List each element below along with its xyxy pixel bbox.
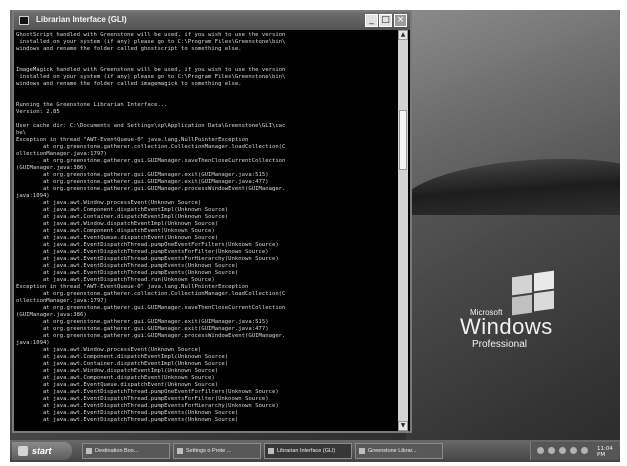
tray-status-icon[interactable]	[559, 447, 566, 454]
console-line: at java.awt.EventDispatchThread.pumpEven…	[16, 256, 279, 262]
console-line: at java.awt.EventDispatchThread.pumpEven…	[16, 396, 269, 402]
console-line: at java.awt.Component.dispatchEvent(Unkn…	[16, 228, 215, 234]
console-line: at java.awt.Component.dispatchEventImpl(…	[16, 354, 229, 360]
console-line: at java.awt.EventQueue.dispatchEvent(Unk…	[16, 382, 219, 388]
taskbar-button-4[interactable]: Greenstone Librar...	[355, 443, 443, 459]
scroll-up-arrow-icon[interactable]: ▲	[398, 30, 408, 40]
console-line: at java.awt.EventDispatchThread.pumpOneE…	[16, 389, 279, 395]
console-line: at java.awt.EventDispatchThread.pumpEven…	[16, 417, 239, 423]
close-button[interactable]: ×	[394, 14, 407, 27]
console-line: at java.awt.Window.processEvent(Unknown …	[16, 200, 202, 206]
windows-flag-icon	[510, 270, 556, 316]
task-window-icon	[86, 448, 92, 454]
console-line: Running the Greenstone Librarian Interfa…	[16, 102, 168, 108]
console-line: Exception in thread "AWT-EventQueue-0" j…	[16, 284, 249, 290]
screen: Microsoft Windows Professional Librarian…	[10, 10, 620, 462]
console-line: at java.awt.Component.dispatchEventImpl(…	[16, 207, 229, 213]
console-line: ollectionManager.java:1797)	[16, 298, 107, 304]
console-line: windows and rename the folder called gho…	[16, 46, 242, 52]
console-line: (GUIManager.java:386)	[16, 312, 87, 318]
task-window-icon	[177, 448, 183, 454]
console-line: at java.awt.EventDispatchThread.pumpEven…	[16, 263, 239, 269]
console-line: installed on your system (if any) please…	[16, 74, 286, 80]
start-label: start	[32, 446, 52, 456]
tray-status-icon[interactable]	[548, 447, 555, 454]
console-line: User cache dir: C:\Documents and Setting…	[16, 123, 286, 129]
console-line: java:1094)	[16, 340, 50, 346]
console-line: at org.greenstone.gatherer.gui.GUIManage…	[16, 179, 269, 185]
console-line: at java.awt.EventDispatchThread.pumpEven…	[16, 403, 279, 409]
console-line: at org.greenstone.gatherer.gui.GUIManage…	[16, 319, 269, 325]
console-line: at java.awt.Container.dispatchEventImpl(…	[16, 214, 229, 220]
scroll-down-arrow-icon[interactable]: ▼	[398, 421, 408, 431]
tray-status-icon[interactable]	[581, 447, 588, 454]
console-line: at java.awt.Window.processEvent(Unknown …	[16, 347, 202, 353]
console-output[interactable]: GhostScript handled with Greenstone will…	[16, 32, 398, 431]
console-line: installed on your system (if any) please…	[16, 39, 286, 45]
windows-flag-icon	[18, 446, 28, 456]
taskbar-button-3[interactable]: Librarian Interface (GLI)	[264, 443, 352, 459]
console-line: at org.greenstone.gatherer.gui.GUIManage…	[16, 158, 286, 164]
start-button[interactable]: start	[12, 442, 72, 460]
console-line: at org.greenstone.gatherer.collection.Co…	[16, 291, 286, 297]
console-line: ImageMagick handled with Greenstone will…	[16, 67, 286, 73]
tray-status-icon[interactable]	[537, 447, 544, 454]
console-line: at java.awt.EventDispatchThread.run(Unkn…	[16, 277, 215, 283]
console-line: at org.greenstone.gatherer.collection.Co…	[16, 144, 286, 150]
vertical-scrollbar[interactable]: ▲ ▼	[398, 30, 408, 431]
window-titlebar[interactable]: Librarian Interface (GLI) _ □ ×	[14, 12, 410, 30]
task-label: Settings o Prote ...	[186, 448, 232, 454]
system-tray: 11:04 PM	[530, 442, 619, 460]
console-window-icon[interactable]	[19, 16, 29, 25]
console-line: ollectionManager.java:1797)	[16, 151, 107, 157]
brand-windows: Windows	[460, 314, 553, 339]
taskbar-clock: 11:04 PM	[597, 446, 613, 458]
window-title: Librarian Interface (GLI)	[36, 15, 127, 24]
console-line: at java.awt.Window.dispatchEventImpl(Unk…	[16, 221, 219, 227]
scroll-thumb[interactable]	[399, 110, 407, 170]
task-window-icon	[268, 448, 274, 454]
taskbar-button-1[interactable]: Destination Boo...	[82, 443, 170, 459]
console-line: he\	[16, 130, 27, 136]
task-label: Destination Boo...	[95, 448, 139, 454]
brand-edition: Professional	[472, 339, 528, 350]
console-line: java:1094)	[16, 193, 50, 199]
console-line: at org.greenstone.gatherer.gui.GUIManage…	[16, 172, 269, 178]
console-line: at org.greenstone.gatherer.gui.GUIManage…	[16, 305, 286, 311]
console-line: at java.awt.Container.dispatchEventImpl(…	[16, 361, 229, 367]
console-window[interactable]: Librarian Interface (GLI) _ □ × GhostScr…	[12, 10, 412, 433]
console-line: windows and rename the folder called ima…	[16, 81, 242, 87]
console-line: at java.awt.Window.dispatchEventImpl(Unk…	[16, 368, 219, 374]
maximize-button[interactable]: □	[379, 14, 392, 27]
console-line: at java.awt.EventDispatchThread.pumpEven…	[16, 249, 269, 255]
console-line: at java.awt.EventDispatchThread.pumpOneE…	[16, 242, 279, 248]
task-label: Librarian Interface (GLI)	[277, 448, 336, 454]
console-line: (GUIManager.java:386)	[16, 165, 87, 171]
console-line: at java.awt.EventDispatchThread.pumpEven…	[16, 410, 239, 416]
console-line: at java.awt.EventQueue.dispatchEvent(Unk…	[16, 235, 219, 241]
console-line: at org.greenstone.gatherer.gui.GUIManage…	[16, 186, 286, 192]
taskbar-button-2[interactable]: Settings o Prote ...	[173, 443, 261, 459]
console-line: Exception in thread "AWT-EventQueue-0" j…	[16, 137, 249, 143]
task-label: Greenstone Librar...	[368, 448, 417, 454]
taskbar: start Destination Boo... Settings o Prot…	[10, 440, 620, 462]
console-line: at org.greenstone.gatherer.gui.GUIManage…	[16, 326, 269, 332]
console-line: at org.greenstone.gatherer.gui.GUIManage…	[16, 333, 286, 339]
task-window-icon	[359, 448, 365, 454]
console-line: at java.awt.Component.dispatchEvent(Unkn…	[16, 375, 215, 381]
minimize-button[interactable]: _	[365, 14, 378, 27]
console-line: GhostScript handled with Greenstone will…	[16, 32, 286, 38]
tray-status-icon[interactable]	[570, 447, 577, 454]
console-line: at java.awt.EventDispatchThread.pumpEven…	[16, 270, 239, 276]
console-line: Version: 2.85	[16, 109, 60, 115]
